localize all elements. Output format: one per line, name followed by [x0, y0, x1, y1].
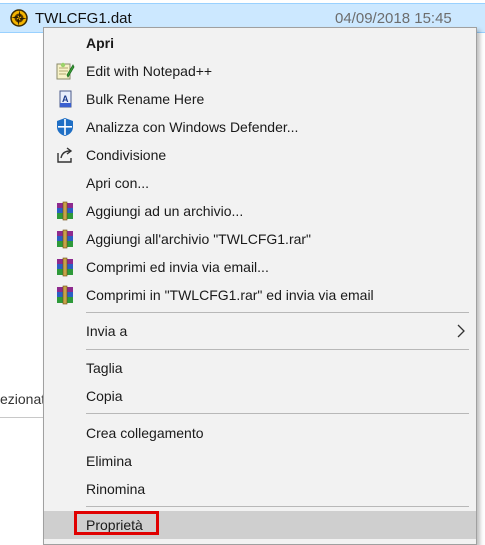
menu-item-comprimi-email[interactable]: Comprimi ed invia via email... [44, 253, 476, 281]
winrar-icon [55, 229, 75, 249]
menu-item-aggiungi-archivio[interactable]: Aggiungi ad un archivio... [44, 197, 476, 225]
menu-item-label: Invia a [86, 323, 128, 339]
menu-item-label: Aggiungi all'archivio "TWLCFG1.rar" [86, 231, 312, 247]
file-name: TWLCFG1.dat [35, 10, 132, 27]
file-date: 04/09/2018 15:45 [335, 10, 452, 27]
menu-item-label: Analizza con Windows Defender... [86, 119, 299, 135]
menu-item-label: Rinomina [86, 481, 146, 497]
menu-item-label: Aggiungi ad un archivio... [86, 203, 244, 219]
share-icon [55, 145, 75, 165]
menu-item-invia-a[interactable]: Invia a [44, 317, 476, 345]
status-text: ezionat [0, 391, 46, 407]
menu-item-label: Comprimi in "TWLCFG1.rar" ed invia via e… [86, 287, 374, 303]
menu-item-crea-collegamento[interactable]: Crea collegamento [44, 419, 476, 447]
menu-separator [86, 506, 469, 507]
status-divider [0, 417, 44, 418]
menu-item-proprieta[interactable]: Proprietà [44, 511, 476, 539]
menu-separator [86, 413, 469, 414]
menu-item-condivisione[interactable]: Condivisione [44, 141, 476, 169]
svg-text:A: A [62, 94, 69, 104]
menu-separator [86, 312, 469, 313]
menu-item-label: Elimina [86, 453, 132, 469]
highlight-annotation [74, 511, 159, 535]
menu-item-windows-defender[interactable]: Analizza con Windows Defender... [44, 113, 476, 141]
menu-item-label: Bulk Rename Here [86, 91, 205, 107]
menu-item-comprimi-rar-email[interactable]: Comprimi in "TWLCFG1.rar" ed invia via e… [44, 281, 476, 309]
menu-item-apri[interactable]: Apri [44, 29, 476, 57]
winrar-icon [55, 257, 75, 277]
menu-item-label: Apri con... [86, 175, 150, 191]
menu-item-bulk-rename[interactable]: A Bulk Rename Here [44, 85, 476, 113]
menu-item-taglia[interactable]: Taglia [44, 354, 476, 382]
menu-item-label: Edit with Notepad++ [86, 63, 213, 79]
menu-item-elimina[interactable]: Elimina [44, 447, 476, 475]
notepad-plus-plus-icon [55, 61, 75, 81]
menu-separator [86, 349, 469, 350]
menu-item-label: Crea collegamento [86, 425, 204, 441]
menu-item-label: Apri [86, 35, 114, 51]
bulk-rename-icon: A [55, 89, 75, 109]
menu-item-label: Condivisione [86, 147, 167, 163]
menu-item-apri-con[interactable]: Apri con... [44, 169, 476, 197]
menu-item-label: Copia [86, 388, 123, 404]
menu-item-aggiungi-rar[interactable]: Aggiungi all'archivio "TWLCFG1.rar" [44, 225, 476, 253]
menu-item-edit-notepad[interactable]: Edit with Notepad++ [44, 57, 476, 85]
menu-item-label: Comprimi ed invia via email... [86, 259, 269, 275]
windows-defender-shield-icon [55, 117, 75, 137]
disc-file-icon [10, 9, 28, 27]
winrar-icon [55, 285, 75, 305]
menu-item-copia[interactable]: Copia [44, 382, 476, 410]
chevron-right-icon [456, 324, 466, 338]
winrar-icon [55, 201, 75, 221]
menu-item-label: Taglia [86, 360, 123, 376]
menu-item-rinomina[interactable]: Rinomina [44, 475, 476, 503]
context-menu: Apri Edit with Notepad++ A Bulk Rename H… [43, 27, 477, 545]
